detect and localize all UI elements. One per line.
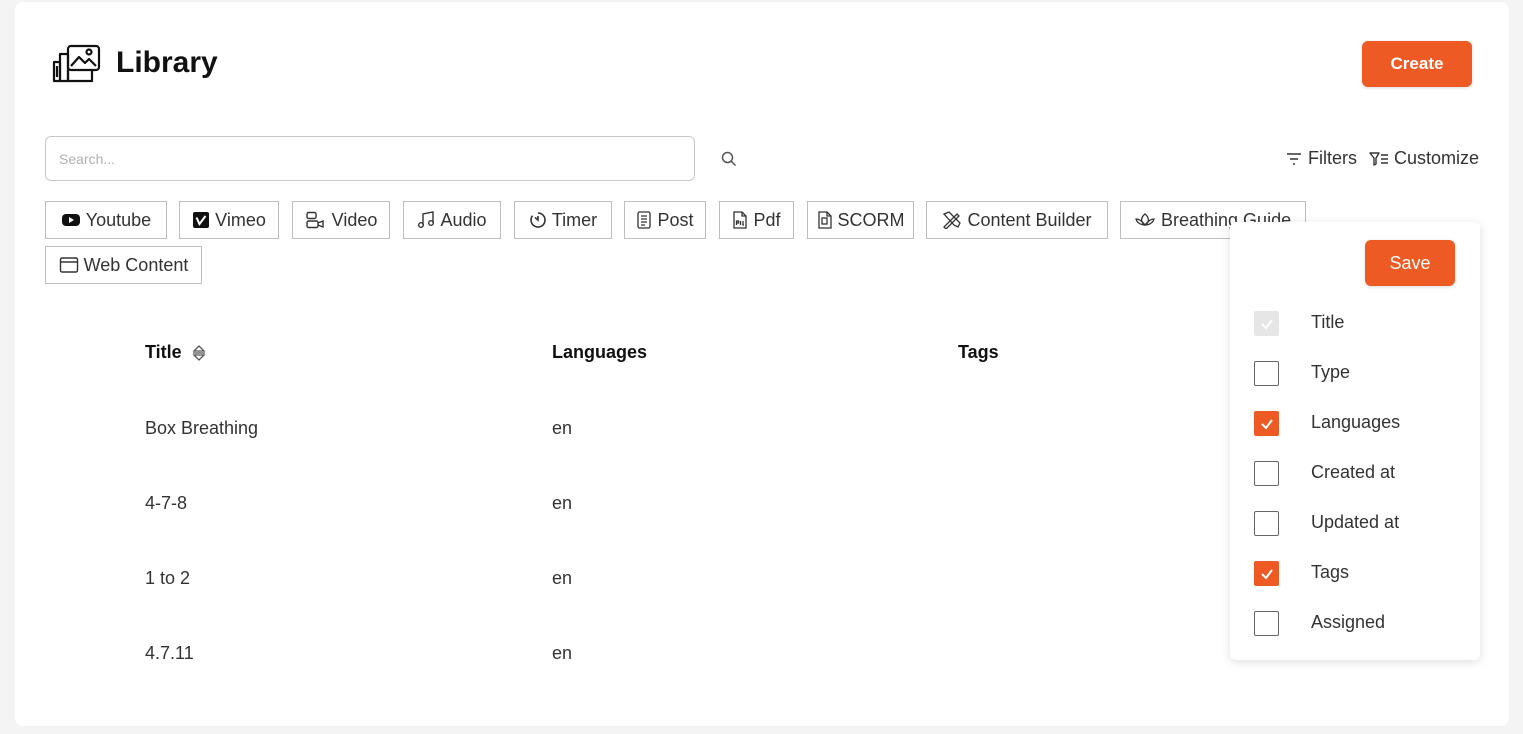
column-header-tags: Tags [958, 342, 999, 363]
search-input[interactable] [46, 137, 694, 180]
filter-lines-icon [1287, 152, 1301, 165]
post-icon [637, 211, 652, 229]
column-option-label: Type [1311, 362, 1351, 382]
search-field[interactable] [45, 136, 695, 181]
customize-columns-dropdown: Save Title Type Languages Created at Upd… [1230, 222, 1480, 660]
content-builder-icon [943, 211, 962, 229]
type-chip-label: Youtube [85, 209, 152, 230]
vimeo-icon [193, 212, 210, 228]
column-option-languages[interactable]: Languages [1254, 411, 1400, 436]
type-chip-scorm[interactable]: SCORM [807, 201, 914, 239]
type-chip-label: Vimeo [215, 209, 266, 230]
row-languages: en [552, 418, 573, 438]
scorm-icon [817, 211, 832, 229]
customize-label: Customize [1394, 148, 1480, 168]
row-title[interactable]: 4.7.11 [145, 643, 194, 664]
type-chip-audio[interactable]: Audio [403, 201, 501, 239]
filter-customize-icon [1369, 151, 1388, 166]
search-icon[interactable] [720, 150, 738, 168]
row-title[interactable]: 4-7-8 [145, 493, 187, 514]
column-option-assigned[interactable]: Assigned [1254, 611, 1385, 636]
type-chip-post[interactable]: Post [624, 201, 706, 239]
checkbox-checked[interactable] [1254, 411, 1279, 436]
row-title[interactable]: Box Breathing [145, 418, 258, 439]
pdf-icon [733, 211, 748, 229]
column-header-title[interactable]: Title [145, 342, 206, 363]
web-content-icon [59, 257, 78, 273]
customize-button[interactable]: Customize [1369, 148, 1479, 169]
column-option-label: Assigned [1311, 612, 1386, 632]
column-option-tags[interactable]: Tags [1254, 561, 1349, 586]
checkbox[interactable] [1254, 461, 1279, 486]
column-option-updated-at[interactable]: Updated at [1254, 511, 1399, 536]
audio-icon [418, 211, 435, 228]
type-chip-pdf[interactable]: Pdf [719, 201, 794, 239]
checkbox-checked[interactable] [1254, 561, 1279, 586]
column-header-languages: Languages [552, 342, 647, 363]
column-option-label: Title [1311, 312, 1345, 332]
type-chip-label: Content Builder [967, 209, 1092, 230]
media-library-icon [52, 44, 101, 83]
type-chip-timer[interactable]: Timer [514, 201, 612, 239]
column-header-label: Languages [552, 342, 648, 362]
row-title[interactable]: 1 to 2 [145, 568, 190, 589]
type-chip-label: SCORM [837, 209, 905, 230]
breathing-guide-icon [1135, 213, 1155, 226]
timer-icon [530, 212, 546, 228]
sort-icon[interactable] [192, 344, 206, 362]
column-header-label: Title [145, 342, 182, 362]
column-option-label: Created at [1311, 462, 1396, 482]
type-chip-label: Timer [551, 209, 598, 230]
type-chip-label: Audio [440, 209, 487, 230]
checkbox[interactable] [1254, 511, 1279, 536]
filters-label: Filters [1308, 148, 1357, 168]
type-chip-video[interactable]: Video [292, 201, 390, 239]
type-chip-vimeo[interactable]: Vimeo [179, 201, 279, 239]
checkbox-disabled [1254, 311, 1279, 336]
type-chip-youtube[interactable]: Youtube [45, 201, 167, 239]
row-languages: en [552, 643, 573, 663]
check-icon [1260, 318, 1273, 330]
row-languages: en [552, 568, 573, 588]
type-chip-web-content[interactable]: Web Content [45, 246, 202, 284]
youtube-icon [61, 214, 80, 226]
column-header-label: Tags [958, 342, 999, 362]
column-option-label: Updated at [1311, 512, 1400, 532]
filters-button[interactable]: Filters [1285, 148, 1357, 169]
column-option-type[interactable]: Type [1254, 361, 1350, 386]
row-languages: en [552, 493, 573, 513]
check-icon [1260, 568, 1273, 580]
create-button[interactable]: Create [1362, 41, 1472, 87]
column-option-created-at[interactable]: Created at [1254, 461, 1395, 486]
column-option-label: Languages [1311, 412, 1401, 432]
type-chip-label: Video [331, 209, 378, 230]
check-icon [1260, 418, 1273, 430]
column-option-label: Tags [1311, 562, 1350, 582]
type-chip-label: Web Content [83, 254, 189, 275]
page-title: Library [116, 46, 218, 79]
checkbox[interactable] [1254, 611, 1279, 636]
column-option-title: Title [1254, 311, 1344, 336]
checkbox[interactable] [1254, 361, 1279, 386]
type-chip-label: Post [657, 209, 694, 230]
video-icon [305, 211, 324, 229]
save-button[interactable]: Save [1365, 240, 1455, 286]
type-chip-content-builder[interactable]: Content Builder [926, 201, 1108, 239]
type-chip-label: Pdf [753, 209, 781, 230]
